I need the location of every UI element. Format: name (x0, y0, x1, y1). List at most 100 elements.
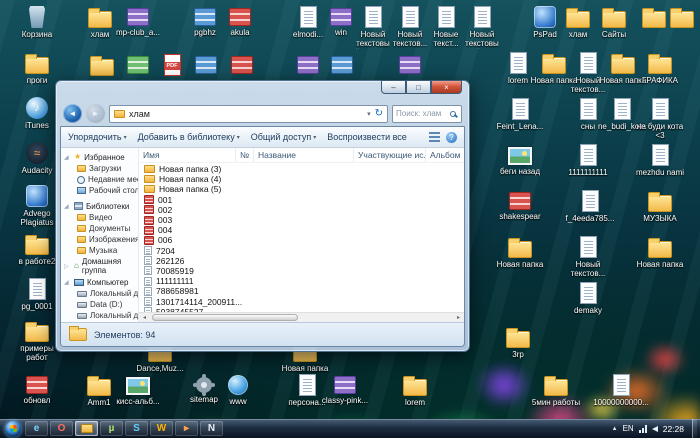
back-button[interactable]: ◄ (63, 104, 82, 123)
desktop-icon-29[interactable]: ГРАФИКА (632, 50, 688, 85)
desktop-icon-31[interactable]: Feint_Lena... (492, 96, 548, 131)
forward-button[interactable]: ► (86, 104, 105, 123)
desktop-icon-15[interactable] (664, 4, 700, 28)
file-row-5[interactable]: 003 (139, 215, 464, 225)
sidebar-group-header[interactable]: ◢Библиотеки (64, 200, 138, 212)
sidebar-item-3-0[interactable]: Локальный диск (64, 288, 138, 299)
network-icon[interactable] (639, 425, 647, 433)
taskbar-button-utorrent[interactable]: µ (100, 421, 123, 436)
volume-icon[interactable] (652, 426, 658, 432)
start-button[interactable] (5, 421, 21, 437)
desktop-icon-48[interactable]: demaky (562, 280, 614, 315)
desktop-icon-55[interactable]: кисс-альб... (112, 372, 164, 406)
desktop-icon-57[interactable]: www (216, 372, 260, 406)
sidebar-item-0-0[interactable]: Загрузки (64, 163, 138, 174)
column-header-3[interactable]: Участвующие ис... (354, 148, 426, 162)
show-desktop-button[interactable] (692, 419, 697, 438)
file-row-4[interactable]: 002 (139, 205, 464, 215)
toolbar-item-2[interactable]: Общий доступ▾ (251, 132, 316, 142)
toolbar-item-3[interactable]: Воспроизвести все (327, 132, 407, 142)
file-row-0[interactable]: Новая папка (3) (139, 164, 464, 174)
column-header-2[interactable]: Название (254, 148, 354, 162)
help-icon[interactable]: ? (446, 132, 457, 143)
desktop-icon-40[interactable]: shakespear (492, 188, 548, 221)
column-header-1[interactable]: № (236, 148, 254, 162)
file-row-1[interactable]: Новая папка (4) (139, 174, 464, 184)
minimize-button[interactable]: – (381, 80, 406, 94)
desktop-icon-38[interactable]: mezhdu nami (632, 142, 688, 177)
desktop-icon-41[interactable]: f_4eeda785... (562, 188, 618, 223)
taskbar-button-skype[interactable]: S (125, 421, 148, 436)
file-row-6[interactable]: 004 (139, 225, 464, 235)
sidebar-group-header[interactable]: ◢★Избранное (64, 151, 138, 163)
desktop-icon-62[interactable]: 10000000000... (592, 372, 650, 407)
column-header-0[interactable]: Имя (139, 148, 236, 162)
taskbar-button-winamp[interactable]: W (150, 421, 173, 436)
desktop-icon-23[interactable] (322, 52, 362, 74)
desktop-icon-16[interactable]: проги (9, 50, 65, 85)
desktop-icon-59[interactable]: classy-pink... (318, 372, 372, 405)
toolbar-item-1[interactable]: Добавить в библиотеку▾ (138, 132, 240, 142)
desktop-icon-9[interactable]: Новые текст... (428, 4, 464, 48)
expander-icon[interactable]: ◢ (64, 279, 71, 286)
file-row-2[interactable]: Новая папка (5) (139, 184, 464, 194)
desktop-icon-37[interactable]: 1111111111 (562, 142, 614, 177)
file-row-12[interactable]: 788658981 (139, 286, 464, 296)
file-row-8[interactable]: 7204 (139, 246, 464, 256)
search-input[interactable] (396, 109, 450, 118)
hidden-icons-button[interactable]: ▲ (612, 426, 618, 432)
sidebar-group-header[interactable]: ◢Компьютер (64, 276, 138, 288)
scrollbar-thumb[interactable] (152, 314, 298, 321)
clock[interactable]: 22:28 (663, 424, 684, 434)
horizontal-scrollbar[interactable]: ◂ ▸ (139, 312, 464, 322)
file-row-9[interactable]: 262126 (139, 256, 464, 266)
sidebar-item-1-2[interactable]: Изображения (64, 234, 138, 245)
desktop-icon-4[interactable]: akula (216, 4, 264, 37)
expander-icon[interactable]: ◢ (64, 154, 71, 161)
sidebar-item-1-3[interactable]: Музыка (64, 245, 138, 256)
desktop-icon-0[interactable]: Корзина (9, 4, 65, 39)
title-bar[interactable]: –□× (56, 81, 469, 101)
taskbar-button-opera[interactable]: O (50, 421, 73, 436)
desktop-icon-53[interactable]: обновл (9, 372, 65, 405)
file-row-3[interactable]: 001 (139, 195, 464, 205)
change-view-icon[interactable] (429, 132, 440, 142)
close-button[interactable]: × (431, 80, 462, 94)
desktop-icon-2[interactable]: mp-club_a... (112, 4, 164, 37)
desktop-icon-45[interactable]: Новый текстов... (562, 234, 614, 278)
sidebar-item-0-1[interactable]: Недавние места (64, 174, 138, 185)
desktop-icon-8[interactable]: Новый текстов... (392, 4, 428, 48)
maximize-button[interactable]: □ (406, 80, 431, 94)
sidebar-item-3-2[interactable]: Локальный дис... (64, 310, 138, 321)
taskbar-button-media-player[interactable]: ▸ (175, 421, 198, 436)
breadcrumb[interactable]: хлам (129, 109, 150, 119)
language-indicator[interactable]: EN (623, 424, 634, 433)
sidebar-item-3-1[interactable]: Data (D:) (64, 299, 138, 310)
desktop-icon-10[interactable]: Новый текстовый... (464, 4, 500, 49)
sidebar-group-header[interactable]: ▷⌂Домашняя группа (64, 260, 138, 272)
desktop-icon-50[interactable]: 3rp (492, 324, 544, 359)
desktop-icon-17[interactable] (82, 52, 122, 76)
taskbar-button-internet-explorer[interactable]: e (25, 421, 48, 436)
desktop-icon-36[interactable]: беги назад (492, 142, 548, 176)
taskbar-button-windows-explorer[interactable] (75, 421, 98, 436)
expander-icon[interactable]: ▷ (64, 263, 71, 270)
file-row-11[interactable]: 111111111 (139, 276, 464, 286)
sidebar-item-0-2[interactable]: Рабочий стол (64, 185, 138, 196)
sidebar-item-1-1[interactable]: Документы (64, 223, 138, 234)
refresh-icon[interactable]: ↻ (375, 109, 383, 119)
toolbar-item-0[interactable]: Упорядочить▾ (68, 132, 127, 142)
column-header-4[interactable]: Альбом (426, 148, 465, 162)
address-bar[interactable]: хлам ▾ ↻ (109, 105, 388, 123)
file-row-7[interactable]: 006 (139, 235, 464, 245)
taskbar-button-notepad[interactable]: N (200, 421, 223, 436)
desktop-icon-21[interactable] (222, 52, 262, 74)
desktop-icon-20[interactable] (186, 52, 226, 74)
file-row-13[interactable]: 1301714114_200911... (139, 296, 464, 306)
scroll-left-icon[interactable]: ◂ (139, 314, 150, 321)
expander-icon[interactable]: ◢ (64, 203, 71, 210)
desktop-icon-34[interactable]: не буди кота <3 (632, 96, 688, 140)
search-box[interactable] (392, 105, 462, 123)
chevron-down-icon[interactable]: ▾ (367, 110, 371, 118)
desktop-icon-61[interactable]: 5мин работы (528, 372, 584, 407)
